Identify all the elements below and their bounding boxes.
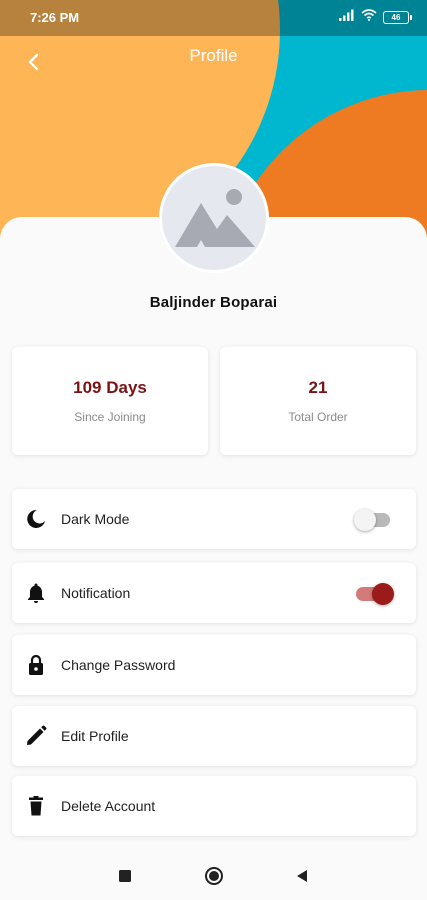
dark-mode-toggle[interactable]	[354, 509, 394, 531]
menu-item-change-password[interactable]: Change Password	[12, 635, 416, 695]
wifi-icon	[361, 8, 377, 26]
status-time: 7:26 PM	[30, 10, 80, 25]
menu-item-notification[interactable]: Notification	[12, 563, 416, 623]
stat-card-total-order: 21 Total Order	[220, 347, 416, 455]
menu-item-label: Edit Profile	[61, 728, 129, 744]
moon-icon	[24, 507, 48, 531]
home-button[interactable]	[202, 864, 226, 888]
system-nav-bar	[0, 850, 427, 900]
stat-value: 21	[308, 378, 328, 397]
image-placeholder-icon	[175, 189, 255, 247]
stat-label: Total Order	[288, 410, 348, 424]
user-name: Baljinder Boparai	[149, 294, 278, 311]
stat-value: 109 Days	[73, 378, 147, 397]
stat-card-since-joining: 109 Days Since Joining	[12, 347, 208, 455]
avatar[interactable]	[159, 163, 269, 273]
notification-toggle[interactable]	[354, 583, 394, 605]
status-bar: 7:26 PM 46	[0, 0, 427, 36]
signal-icon	[339, 8, 355, 26]
battery-icon: 46	[383, 10, 412, 24]
menu-item-delete-account[interactable]: Delete Account	[12, 776, 416, 836]
menu-item-label: Notification	[61, 585, 131, 601]
menu-item-label: Change Password	[61, 657, 176, 673]
back-nav-button[interactable]	[290, 864, 314, 888]
square-icon	[119, 870, 131, 882]
triangle-left-icon	[297, 870, 307, 882]
menu-item-edit-profile[interactable]: Edit Profile	[12, 706, 416, 766]
page-title: Profile	[189, 46, 238, 65]
pencil-icon	[24, 724, 48, 748]
stat-label: Since Joining	[74, 410, 146, 424]
bell-icon	[24, 581, 48, 605]
status-icons: 46	[339, 8, 412, 26]
lock-icon	[24, 653, 48, 677]
recents-button[interactable]	[113, 864, 137, 888]
menu-item-label: Delete Account	[61, 798, 156, 814]
menu-item-dark-mode[interactable]: Dark Mode	[12, 489, 416, 549]
trash-icon	[24, 794, 48, 818]
menu-item-label: Dark Mode	[61, 511, 130, 527]
toggle-thumb	[372, 583, 394, 605]
circle-icon	[205, 867, 223, 885]
toggle-thumb	[354, 509, 376, 531]
